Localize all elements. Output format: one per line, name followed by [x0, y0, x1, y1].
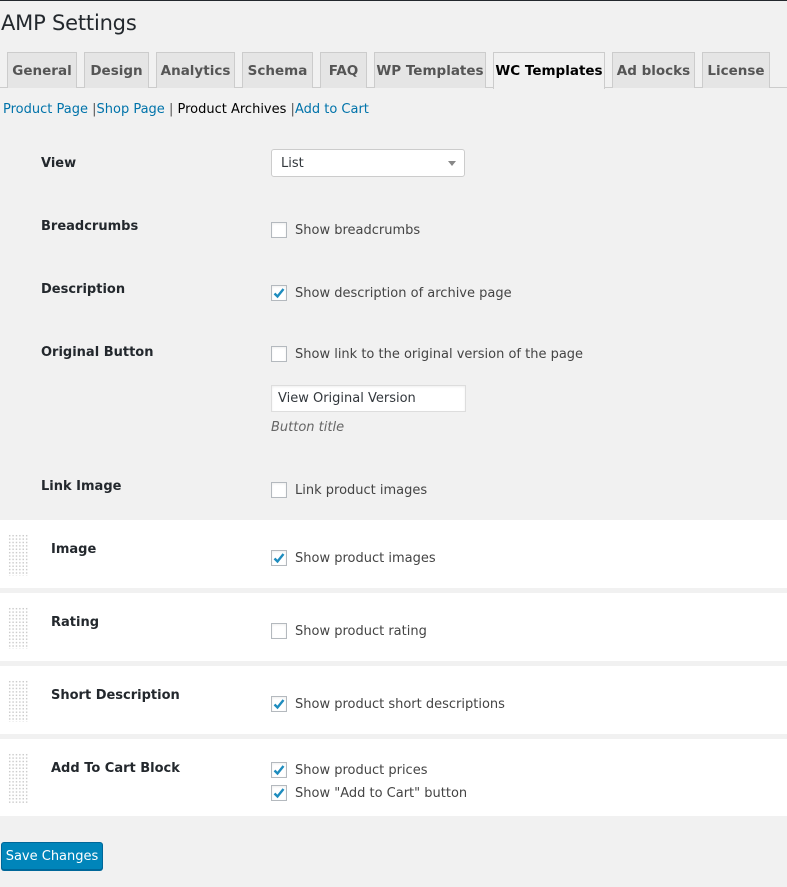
short-description-checkbox[interactable]	[271, 696, 287, 712]
description-checkbox[interactable]	[271, 285, 287, 301]
link-image-label: Link Image	[41, 479, 122, 494]
show-prices-option-label: Show product prices	[295, 762, 428, 778]
show-add-to-cart-checkbox[interactable]	[271, 785, 287, 801]
original-button-checkbox[interactable]	[271, 346, 287, 362]
sortable-block-image[interactable]: Image Show product images	[0, 520, 787, 588]
button-title-value: View Original Version	[278, 391, 416, 406]
view-select-value: List	[281, 155, 304, 171]
checkmark-icon	[273, 553, 285, 564]
view-select[interactable]: List	[271, 149, 465, 177]
page-title: AMP Settings	[1, 11, 137, 35]
chevron-down-icon	[448, 161, 456, 166]
drag-handle-icon[interactable]	[8, 680, 28, 722]
checkmark-icon	[273, 765, 285, 776]
description-label: Description	[41, 282, 126, 297]
checkmark-icon	[273, 288, 285, 299]
tab-faq[interactable]: FAQ	[320, 52, 367, 88]
sortable-block-rating[interactable]: Rating Show product rating	[0, 593, 787, 661]
breadcrumbs-checkbox[interactable]	[271, 222, 287, 238]
show-prices-checkbox[interactable]	[271, 762, 287, 778]
original-button-label: Original Button	[41, 345, 154, 360]
subnav-separator: |	[168, 102, 174, 117]
short-description-label: Short Description	[51, 688, 180, 703]
link-image-field: Link product images	[271, 482, 427, 498]
rating-option-label: Show product rating	[295, 623, 427, 639]
image-checkbox[interactable]	[271, 550, 287, 566]
save-changes-button[interactable]: Save Changes	[1, 842, 103, 870]
settings-tabs: General Design Analytics Schema FAQ WP T…	[0, 52, 787, 89]
short-description-field: Show product short descriptions	[271, 696, 505, 712]
view-label: View	[41, 156, 77, 171]
show-prices-field: Show product prices	[271, 762, 427, 778]
subnav-add-to-cart[interactable]: Add to Cart	[295, 102, 369, 117]
rating-checkbox[interactable]	[271, 623, 287, 639]
add-to-cart-label: Add To Cart Block	[51, 761, 180, 776]
drag-handle-icon[interactable]	[8, 534, 28, 576]
button-title-input[interactable]: View Original Version	[271, 385, 466, 412]
image-option-label: Show product images	[295, 550, 436, 566]
link-image-option-label: Link product images	[295, 482, 428, 498]
link-image-checkbox[interactable]	[271, 482, 287, 498]
tab-wc-templates[interactable]: WC Templates	[493, 52, 605, 89]
description-option-label: Show description of archive page	[295, 285, 512, 301]
image-field: Show product images	[271, 550, 436, 566]
tab-general[interactable]: General	[7, 52, 77, 88]
show-add-to-cart-option-label: Show "Add to Cart" button	[295, 785, 468, 801]
subnav-shop-page[interactable]: Shop Page	[97, 102, 165, 117]
tab-schema[interactable]: Schema	[242, 52, 313, 88]
tab-wp-templates[interactable]: WP Templates	[374, 52, 486, 88]
subnav: Product Page |Shop Page | Product Archiv…	[3, 102, 369, 117]
checkmark-icon	[273, 699, 285, 710]
breadcrumbs-option-label: Show breadcrumbs	[295, 222, 421, 238]
tab-analytics[interactable]: Analytics	[156, 52, 235, 88]
subnav-product-page[interactable]: Product Page	[3, 102, 88, 117]
subnav-product-archives[interactable]: Product Archives	[177, 102, 286, 117]
breadcrumbs-field: Show breadcrumbs	[271, 222, 420, 238]
breadcrumbs-label: Breadcrumbs	[41, 219, 139, 234]
short-description-option-label: Show product short descriptions	[295, 696, 505, 712]
tab-ad-blocks[interactable]: Ad blocks	[612, 52, 695, 88]
drag-handle-icon[interactable]	[8, 753, 28, 803]
original-button-option-label: Show link to the original version of the…	[295, 346, 584, 362]
sortable-block-add-to-cart[interactable]: Add To Cart Block Show product prices Sh…	[0, 739, 787, 816]
show-add-to-cart-field: Show "Add to Cart" button	[271, 785, 467, 801]
original-button-field: Show link to the original version of the…	[271, 346, 583, 362]
rating-field: Show product rating	[271, 623, 427, 639]
button-title-hint: Button title	[271, 420, 345, 435]
tab-design[interactable]: Design	[84, 52, 149, 88]
tab-license[interactable]: License	[702, 52, 770, 88]
image-label: Image	[51, 542, 97, 557]
sortable-block-short-description[interactable]: Short Description Show product short des…	[0, 666, 787, 734]
rating-label: Rating	[51, 615, 100, 630]
checkmark-icon	[273, 788, 285, 799]
drag-handle-icon[interactable]	[8, 607, 28, 649]
description-field: Show description of archive page	[271, 285, 512, 301]
